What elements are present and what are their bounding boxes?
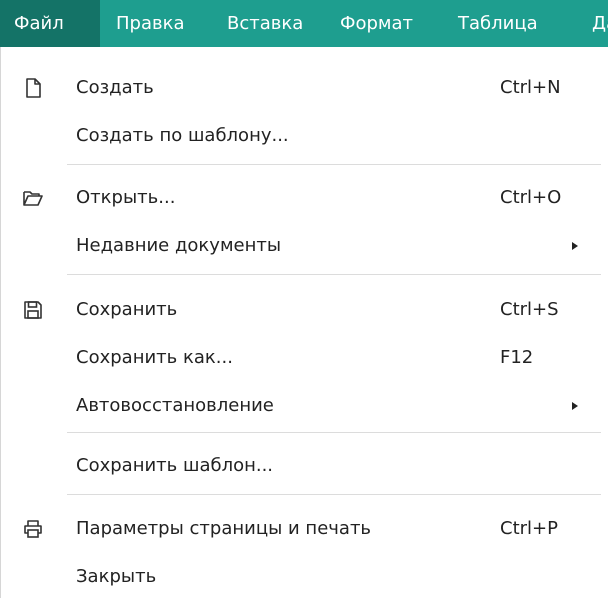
shortcut-label: Ctrl+N: [500, 77, 561, 98]
save-icon: [21, 298, 45, 322]
menu-item-autorecovery[interactable]: Автовосстановление: [1, 382, 599, 430]
submenu-arrow-icon: [572, 242, 578, 250]
menu-separator: [67, 164, 601, 165]
menu-item-label: Параметры страницы и печать: [76, 518, 372, 539]
shortcut-label: Ctrl+P: [500, 518, 558, 539]
shortcut-label: Ctrl+O: [500, 187, 562, 208]
menu-bar: Файл Правка Вставка Формат Таблица Да: [0, 0, 608, 47]
menu-edit[interactable]: Правка: [100, 0, 213, 47]
menu-item-save-as[interactable]: Сохранить как... F12: [1, 334, 599, 382]
menu-item-label: Закрыть: [76, 566, 157, 587]
menu-item-page-setup-print[interactable]: Параметры страницы и печать Ctrl+P: [1, 505, 599, 553]
menu-item-label: Сохранить шаблон...: [76, 455, 274, 476]
menu-table[interactable]: Таблица: [442, 0, 566, 47]
menu-item-save-template[interactable]: Сохранить шаблон...: [1, 442, 599, 490]
menu-separator: [67, 274, 601, 275]
menu-item-label: Создать: [76, 77, 154, 98]
menu-item-recent-documents[interactable]: Недавние документы: [1, 222, 599, 270]
new-document-icon: [21, 76, 45, 100]
shortcut-label: F12: [500, 347, 534, 368]
menu-item-label: Автовосстановление: [76, 395, 274, 416]
menu-file[interactable]: Файл: [0, 0, 100, 47]
menu-separator: [67, 432, 601, 433]
menu-item-open[interactable]: Открыть... Ctrl+O: [1, 174, 599, 222]
file-menu-dropdown: Создать Ctrl+N Создать по шаблону... Отк…: [0, 47, 608, 598]
menu-item-label: Сохранить: [76, 299, 178, 320]
menu-data[interactable]: Да: [566, 0, 608, 47]
menu-item-label: Создать по шаблону...: [76, 125, 289, 146]
menu-item-label: Недавние документы: [76, 235, 282, 256]
printer-icon: [21, 517, 45, 541]
menu-item-create-from-template[interactable]: Создать по шаблону...: [1, 112, 599, 160]
shortcut-label: Ctrl+S: [500, 299, 559, 320]
menu-item-label: Открыть...: [76, 187, 176, 208]
menu-item-label: Сохранить как...: [76, 347, 233, 368]
menu-item-create[interactable]: Создать Ctrl+N: [1, 64, 599, 112]
menu-item-save[interactable]: Сохранить Ctrl+S: [1, 286, 599, 334]
open-folder-icon: [21, 186, 45, 210]
menu-insert[interactable]: Вставка: [213, 0, 326, 47]
menu-format[interactable]: Формат: [326, 0, 442, 47]
menu-separator: [67, 494, 601, 495]
menu-item-close[interactable]: Закрыть: [1, 553, 599, 601]
submenu-arrow-icon: [572, 402, 578, 410]
